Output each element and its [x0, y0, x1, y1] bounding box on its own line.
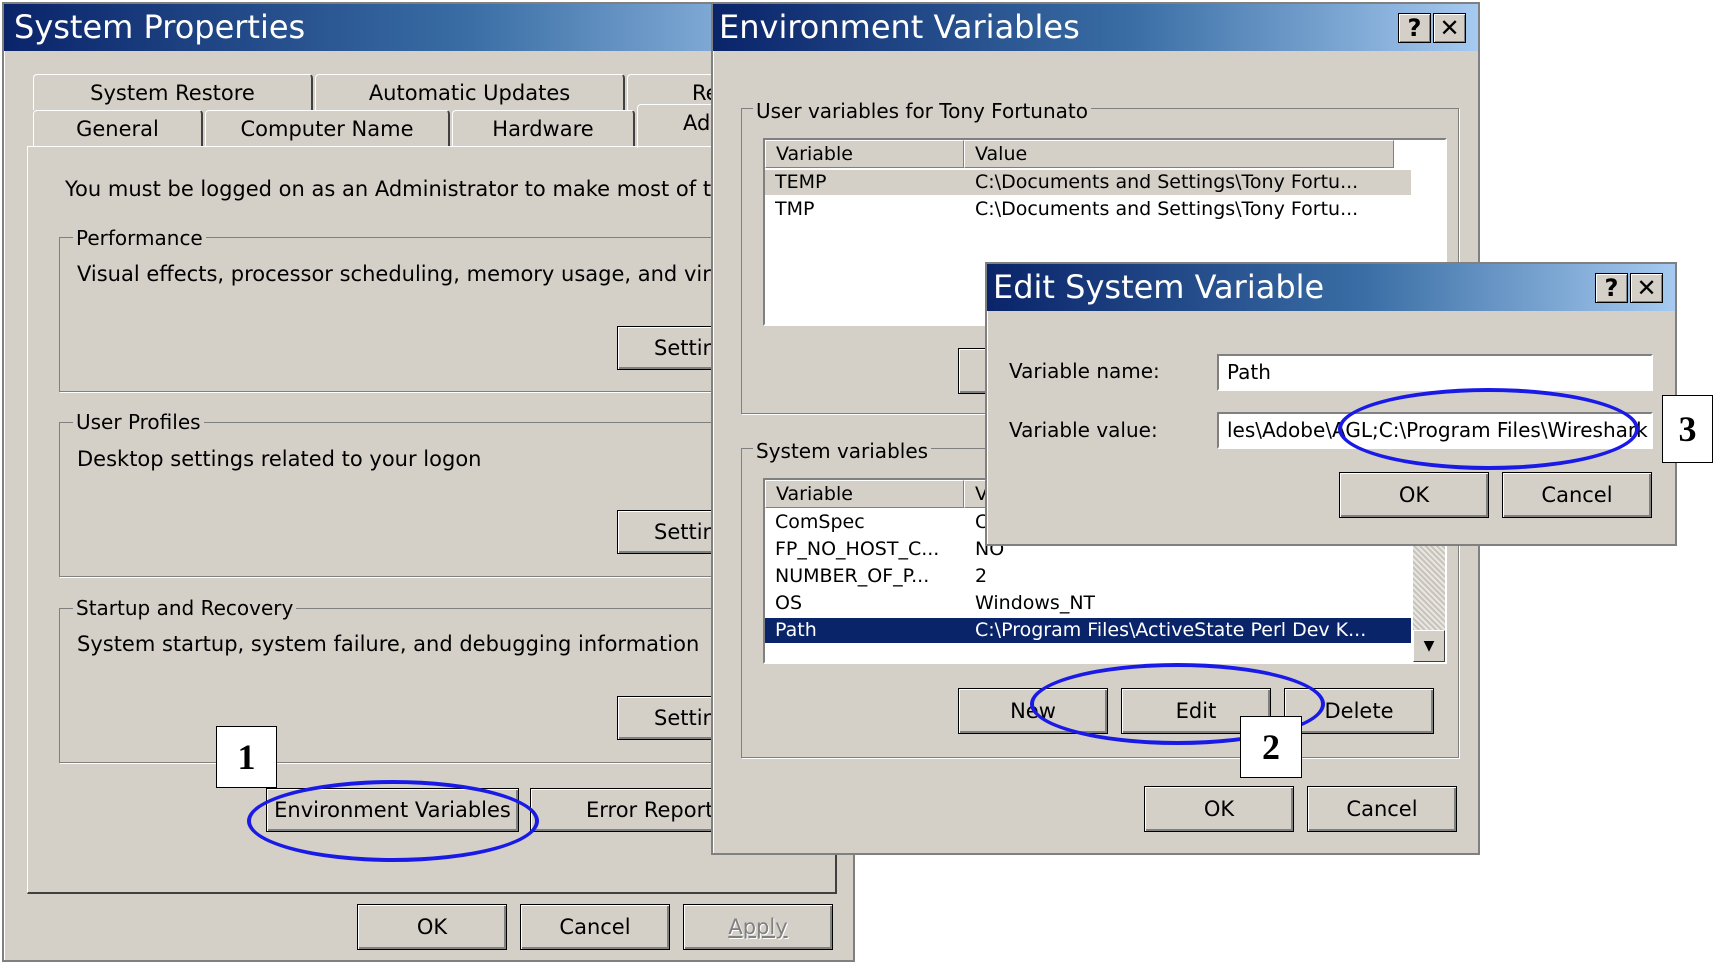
variable-value-input[interactable]: les\Adobe\AGL;C:\Program Files\Wireshark	[1217, 412, 1653, 449]
tab-automatic-updates[interactable]: Automatic Updates	[315, 74, 625, 110]
variable-value-label: Variable value:	[1009, 418, 1158, 442]
user-profiles-desc: Desktop settings related to your logon	[77, 447, 482, 471]
tab-general[interactable]: General	[33, 110, 203, 146]
table-row-selected[interactable]: Path C:\Program Files\ActiveState Perl D…	[765, 618, 1411, 643]
callout-3: 3	[1662, 395, 1713, 463]
list-item[interactable]: TMP C:\Documents and Settings\Tony Fortu…	[765, 197, 1445, 222]
startup-recovery-desc: System startup, system failure, and debu…	[77, 632, 700, 656]
environment-variables-titlebar[interactable]: Environment Variables	[713, 4, 1478, 51]
scroll-down-button[interactable]: ▼	[1413, 630, 1445, 662]
help-icon[interactable]: ?	[1595, 273, 1628, 303]
tab-computer-name[interactable]: Computer Name	[205, 110, 450, 146]
variable-name-label: Variable name:	[1009, 359, 1160, 383]
system-properties-title: System Properties	[14, 8, 306, 46]
close-icon[interactable]: ✕	[1433, 13, 1466, 43]
help-icon[interactable]: ?	[1398, 13, 1431, 43]
edit-system-variable-dialog: Edit System Variable ? ✕ Variable name: …	[985, 262, 1677, 546]
edit-system-variable-title: Edit System Variable	[993, 268, 1325, 306]
environment-variables-button[interactable]: Environment Variables	[266, 788, 519, 832]
system-col-variable[interactable]: Variable	[765, 480, 964, 508]
new-button[interactable]: New	[958, 688, 1108, 734]
environment-variables-title: Environment Variables	[719, 8, 1080, 46]
system-properties-ok-button[interactable]: OK	[357, 904, 507, 950]
chevron-down-icon: ▼	[1423, 638, 1435, 654]
close-icon[interactable]: ✕	[1630, 273, 1663, 303]
user-col-variable[interactable]: Variable	[765, 140, 964, 168]
edit-system-variable-titlebar[interactable]: Edit System Variable	[987, 264, 1675, 311]
environment-variables-ok-button[interactable]: OK	[1144, 786, 1294, 832]
edit-variable-ok-button[interactable]: OK	[1339, 472, 1489, 518]
tab-system-restore[interactable]: System Restore	[33, 74, 313, 110]
callout-2: 2	[1240, 716, 1302, 778]
performance-label: Performance	[73, 226, 206, 250]
table-row[interactable]: OS Windows_NT	[765, 591, 1445, 616]
edit-variable-cancel-button[interactable]: Cancel	[1502, 472, 1652, 518]
variable-name-input[interactable]: Path	[1217, 354, 1653, 391]
tab-hardware[interactable]: Hardware	[452, 110, 635, 146]
system-properties-apply-button[interactable]: Apply	[683, 904, 833, 950]
admin-note: You must be logged on as an Administrato…	[65, 177, 793, 201]
startup-recovery-label: Startup and Recovery	[73, 596, 297, 620]
user-variables-label: User variables for Tony Fortunato	[753, 99, 1091, 123]
environment-variables-cancel-button[interactable]: Cancel	[1307, 786, 1457, 832]
callout-1: 1	[216, 726, 277, 788]
delete-button[interactable]: Delete	[1284, 688, 1434, 734]
system-properties-cancel-button[interactable]: Cancel	[520, 904, 670, 950]
user-col-value[interactable]: Value	[964, 140, 1394, 168]
performance-desc: Visual effects, processor scheduling, me…	[77, 262, 800, 286]
table-row[interactable]: NUMBER_OF_P... 2	[765, 564, 1445, 589]
list-item[interactable]: TEMP C:\Documents and Settings\Tony Fort…	[765, 170, 1411, 195]
system-variables-label: System variables	[753, 439, 932, 463]
user-profiles-label: User Profiles	[73, 410, 204, 434]
